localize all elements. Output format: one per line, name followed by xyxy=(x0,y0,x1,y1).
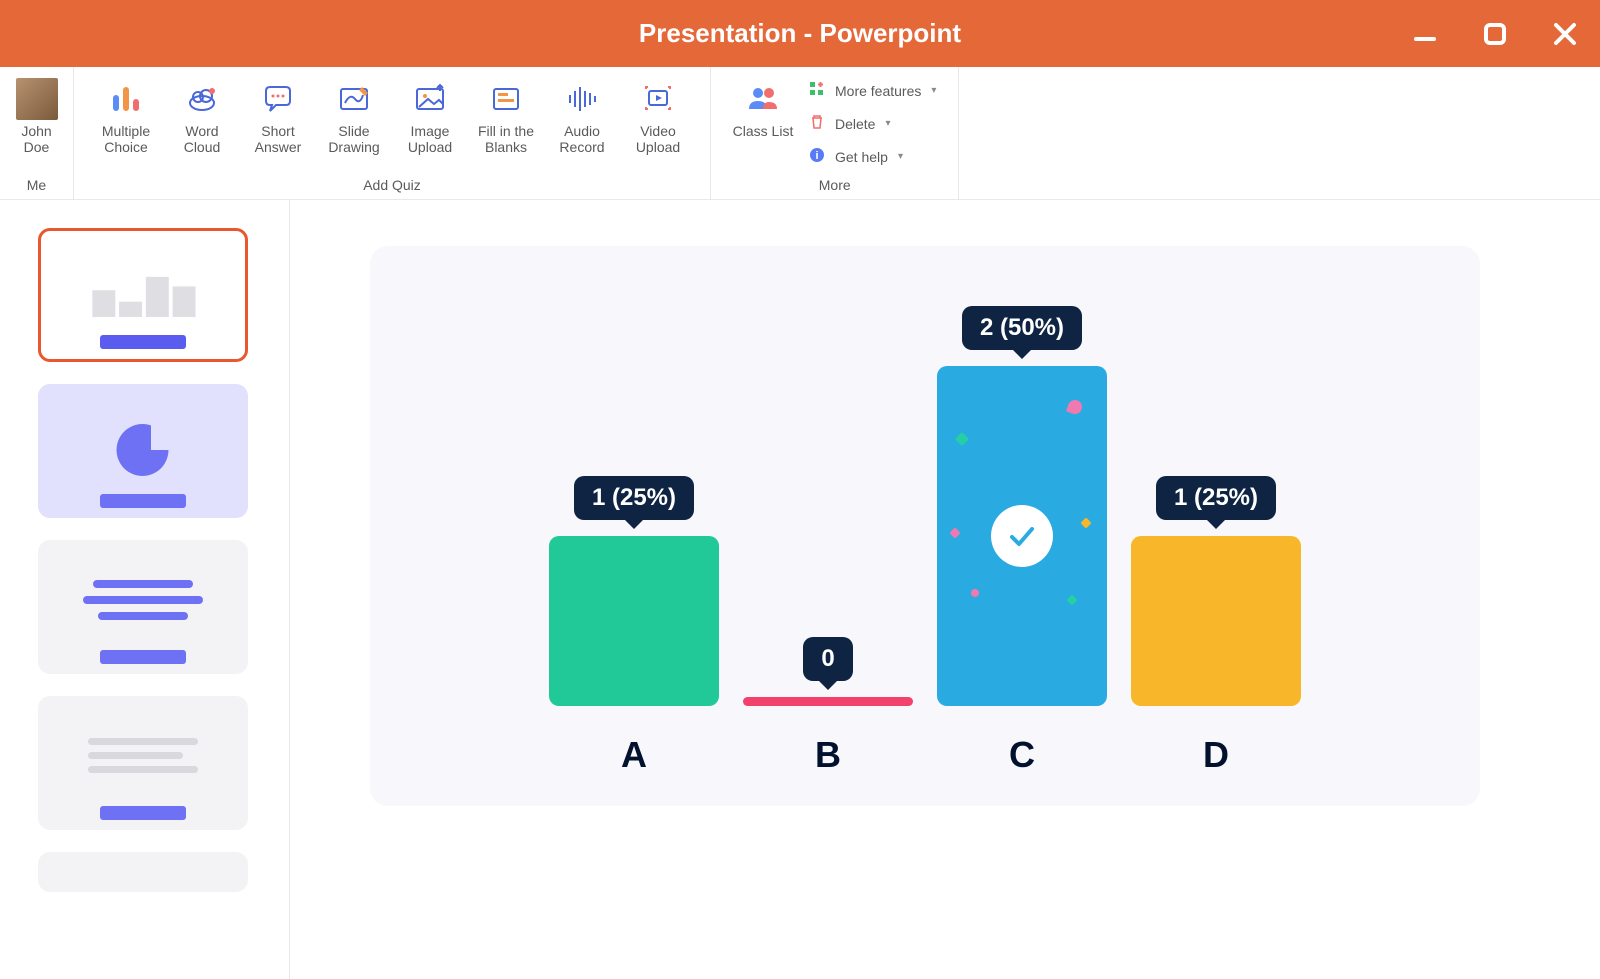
avatar xyxy=(16,78,58,120)
bar-label-c: 2 (50%) xyxy=(962,306,1082,350)
video-icon xyxy=(640,79,676,119)
grid-plus-icon xyxy=(809,81,825,100)
thumb-button-bar xyxy=(100,806,186,820)
ribbon-group-add-quiz: Multiple Choice Word Cloud Short Answer … xyxy=(74,67,711,199)
category-c: C xyxy=(937,734,1107,776)
info-icon: i xyxy=(809,147,825,166)
thumb-button-bar xyxy=(100,335,186,349)
word-cloud-button[interactable]: Word Cloud xyxy=(164,75,240,159)
correct-check-icon xyxy=(991,505,1053,567)
short-answer-button[interactable]: Short Answer xyxy=(240,75,316,159)
speech-bubble-icon xyxy=(260,79,296,119)
canvas-area: 1 (25%) 0 2 (50%) xyxy=(290,200,1600,979)
slide-thumbnail-2[interactable] xyxy=(38,384,248,518)
category-b: B xyxy=(743,734,913,776)
ribbon-group-more-label: More xyxy=(819,173,851,193)
bar-slot-a: 1 (25%) xyxy=(549,476,719,706)
slide-drawing-button[interactable]: Slide Drawing xyxy=(316,75,392,159)
drawing-icon xyxy=(336,79,372,119)
fill-blanks-button[interactable]: Fill in the Blanks xyxy=(468,75,544,159)
form-lines-icon xyxy=(488,79,524,119)
bar-c xyxy=(937,366,1107,706)
delete-button[interactable]: Delete ▾ xyxy=(809,114,936,133)
bar-b xyxy=(743,697,913,706)
window-controls xyxy=(1390,0,1600,67)
svg-text:i: i xyxy=(815,150,818,162)
maximize-button[interactable] xyxy=(1460,0,1530,67)
multiple-choice-button[interactable]: Multiple Choice xyxy=(88,75,164,159)
minimize-button[interactable] xyxy=(1390,0,1460,67)
slide-thumbnail-1[interactable] xyxy=(38,228,248,362)
ribbon-group-me: John Doe Me xyxy=(0,67,74,199)
bar-a xyxy=(549,536,719,706)
titlebar: Presentation - Powerpoint xyxy=(0,0,1600,67)
slide-thumbnail-5[interactable] xyxy=(38,852,248,892)
ribbon-group-more: Class List More features ▾ Delete ▾ i Ge… xyxy=(711,67,959,199)
bar-chart-icon xyxy=(108,79,144,119)
thumb-button-bar xyxy=(100,650,186,664)
class-list-button[interactable]: Class List xyxy=(725,75,801,143)
thumb-button-bar xyxy=(100,494,186,508)
current-user-button[interactable]: John Doe xyxy=(7,75,67,159)
bar-label-d: 1 (25%) xyxy=(1156,476,1276,520)
ribbon-group-me-label: Me xyxy=(27,173,46,193)
bar-label-b: 0 xyxy=(803,637,852,681)
ribbon: John Doe Me Multiple Choice Word Cloud xyxy=(0,67,1600,200)
audio-record-button[interactable]: Audio Record xyxy=(544,75,620,159)
people-icon xyxy=(745,79,781,119)
close-button[interactable] xyxy=(1530,0,1600,67)
chevron-down-icon: ▾ xyxy=(898,151,903,162)
video-upload-button[interactable]: Video Upload xyxy=(620,75,696,159)
user-name: John Doe xyxy=(21,123,51,155)
trash-icon xyxy=(809,114,825,133)
cloud-icon xyxy=(184,79,220,119)
category-a: A xyxy=(549,734,719,776)
slide-thumbnail-3[interactable] xyxy=(38,540,248,674)
bar-d xyxy=(1131,536,1301,706)
bar-slot-d: 1 (25%) xyxy=(1131,476,1301,706)
bar-slot-c: 2 (50%) xyxy=(937,306,1107,706)
image-upload-button[interactable]: Image Upload xyxy=(392,75,468,159)
slide-canvas[interactable]: 1 (25%) 0 2 (50%) xyxy=(370,246,1480,806)
ribbon-group-add-quiz-label: Add Quiz xyxy=(363,173,421,193)
category-d: D xyxy=(1131,734,1301,776)
slide-thumbnails xyxy=(0,200,290,979)
chevron-down-icon: ▾ xyxy=(931,85,936,96)
audio-wave-icon xyxy=(564,79,600,119)
get-help-button[interactable]: i Get help ▾ xyxy=(809,147,936,166)
bar-label-a: 1 (25%) xyxy=(574,476,694,520)
slide-thumbnail-4[interactable] xyxy=(38,696,248,830)
result-bars: 1 (25%) 0 2 (50%) xyxy=(370,306,1480,706)
bar-slot-b: 0 xyxy=(743,637,913,706)
window-title: Presentation - Powerpoint xyxy=(639,18,961,49)
more-features-button[interactable]: More features ▾ xyxy=(809,81,936,100)
image-upload-icon xyxy=(412,79,448,119)
category-labels: A B C D xyxy=(370,734,1480,776)
main-area: 1 (25%) 0 2 (50%) xyxy=(0,200,1600,979)
chevron-down-icon: ▾ xyxy=(885,118,890,129)
